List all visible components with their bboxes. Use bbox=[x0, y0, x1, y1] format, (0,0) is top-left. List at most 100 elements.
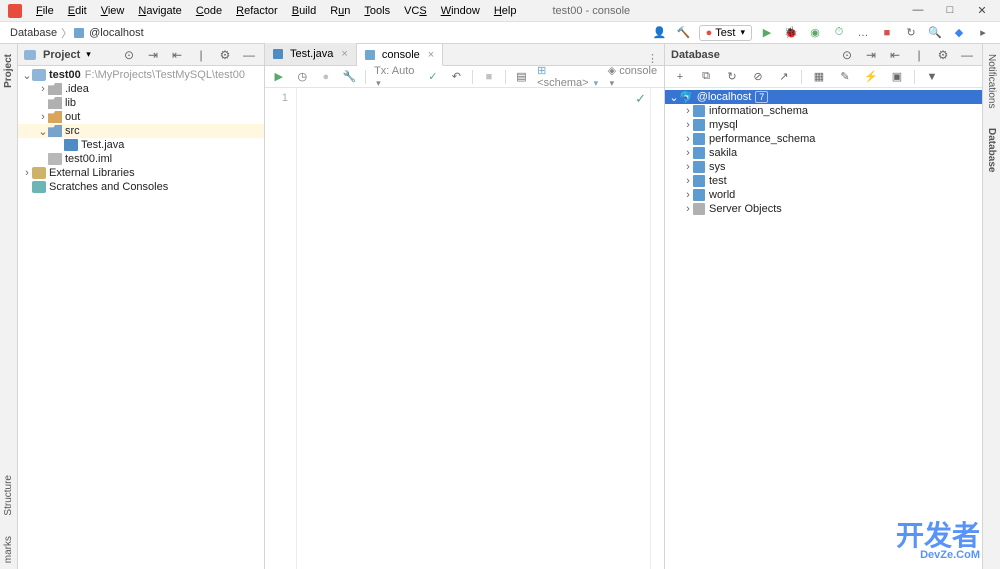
search-button[interactable]: 🔍 bbox=[926, 24, 944, 42]
notifications-tool-button[interactable]: Notifications bbox=[986, 54, 997, 108]
menu-vcs[interactable]: VCS bbox=[398, 3, 433, 19]
add-datasource-icon[interactable]: + bbox=[671, 68, 689, 86]
menu-tools[interactable]: Tools bbox=[358, 3, 396, 19]
debug-button[interactable]: 🐞 bbox=[782, 24, 800, 42]
run-config-selector[interactable]: ●Test▾ bbox=[699, 25, 752, 41]
close-button[interactable]: ✕ bbox=[972, 4, 992, 17]
tree-node-out[interactable]: › out bbox=[18, 110, 264, 124]
tab-test-java[interactable]: Test.java × bbox=[265, 43, 357, 65]
filter-icon[interactable]: ▼ bbox=[923, 68, 941, 86]
tab-console[interactable]: console × bbox=[357, 44, 443, 66]
run-button[interactable]: ▶ bbox=[758, 24, 776, 42]
editor-body[interactable]: 1 ✓ bbox=[265, 88, 664, 569]
select-opened-icon[interactable]: ⊙ bbox=[120, 46, 138, 64]
rollback-icon[interactable]: ↶ bbox=[449, 68, 465, 86]
edit-icon[interactable]: ✎ bbox=[836, 68, 854, 86]
user-icon[interactable]: 👤 bbox=[651, 24, 669, 42]
table-icon[interactable]: ▦ bbox=[810, 68, 828, 86]
explain-icon[interactable]: ● bbox=[318, 68, 334, 86]
tree-node-iml[interactable]: test00.iml bbox=[18, 152, 264, 166]
structure-tool-button[interactable]: Structure bbox=[3, 475, 14, 516]
tree-node-idea[interactable]: › .idea bbox=[18, 82, 264, 96]
tree-node-test-java[interactable]: Test.java bbox=[18, 138, 264, 152]
execute-button[interactable]: ▶ bbox=[271, 68, 287, 86]
tree-node-lib[interactable]: lib bbox=[18, 96, 264, 110]
menu-view[interactable]: View bbox=[95, 3, 131, 19]
schema-node[interactable]: ›sakila bbox=[665, 146, 982, 160]
expand-icon[interactable]: ⇥ bbox=[862, 46, 880, 64]
more-button[interactable]: ▸ bbox=[974, 24, 992, 42]
scratches-consoles[interactable]: Scratches and Consoles bbox=[18, 180, 264, 194]
menu-window[interactable]: Window bbox=[435, 3, 486, 19]
duplicate-icon[interactable]: ⧉ bbox=[697, 68, 715, 86]
expand-arrow[interactable]: ⌄ bbox=[669, 91, 679, 104]
attach-button[interactable]: … bbox=[854, 24, 872, 42]
code-area[interactable] bbox=[297, 88, 650, 569]
database-tool-button[interactable]: Database bbox=[986, 128, 997, 172]
coverage-button[interactable]: ◉ bbox=[806, 24, 824, 42]
project-tree[interactable]: ⌄ test00 F:\MyProjects\TestMySQL\test00 … bbox=[18, 66, 264, 569]
schema-node[interactable]: ›test bbox=[665, 174, 982, 188]
database-panel-title[interactable]: Database bbox=[671, 49, 720, 61]
view-selector[interactable]: ▾ bbox=[86, 49, 91, 60]
refresh-icon[interactable]: ↻ bbox=[723, 68, 741, 86]
expand-arrow[interactable]: › bbox=[38, 111, 48, 123]
expand-icon[interactable]: ⇥ bbox=[144, 46, 162, 64]
tab-close-icon[interactable]: × bbox=[341, 48, 347, 60]
server-objects-node[interactable]: ›Server Objects bbox=[665, 202, 982, 216]
minimize-button[interactable]: — bbox=[908, 4, 928, 17]
schema-node[interactable]: ›mysql bbox=[665, 118, 982, 132]
expand-arrow[interactable]: ⌄ bbox=[38, 125, 48, 138]
schema-selector[interactable]: ⊞ <schema> ▾ bbox=[537, 64, 600, 89]
tab-close-icon[interactable]: × bbox=[428, 49, 434, 61]
cancel-icon[interactable]: ■ bbox=[481, 68, 497, 86]
settings-icon[interactable]: ⚙ bbox=[216, 46, 234, 64]
settings-icon[interactable]: 🔧 bbox=[342, 68, 358, 86]
menu-code[interactable]: Code bbox=[190, 3, 228, 19]
menu-navigate[interactable]: Navigate bbox=[132, 3, 187, 19]
diagram-icon[interactable]: ▣ bbox=[888, 68, 906, 86]
menu-help[interactable]: Help bbox=[488, 3, 523, 19]
breadcrumb-item[interactable]: @localhost bbox=[87, 27, 146, 39]
update-button[interactable]: ↻ bbox=[902, 24, 920, 42]
schema-node[interactable]: ›world bbox=[665, 188, 982, 202]
tx-mode[interactable]: Tx: Auto ▾ bbox=[374, 65, 417, 89]
select-opened-icon[interactable]: ⊙ bbox=[838, 46, 856, 64]
commit-icon[interactable]: ✓ bbox=[425, 68, 441, 86]
bookmarks-tool-button[interactable]: marks bbox=[3, 536, 14, 563]
schema-node[interactable]: ›performance_schema bbox=[665, 132, 982, 146]
inspection-ok-icon[interactable]: ✓ bbox=[635, 91, 646, 107]
project-tool-button[interactable]: Project bbox=[3, 54, 14, 88]
hide-icon[interactable]: — bbox=[958, 46, 976, 64]
schema-node[interactable]: ›sys bbox=[665, 160, 982, 174]
settings-icon[interactable]: ⚙ bbox=[934, 46, 952, 64]
ddl-icon[interactable]: ⚡ bbox=[862, 68, 880, 86]
collapse-icon[interactable]: ⇤ bbox=[886, 46, 904, 64]
menu-file[interactable]: File bbox=[30, 3, 60, 19]
profile-button[interactable]: ⏱ bbox=[830, 24, 848, 42]
hide-icon[interactable]: — bbox=[240, 46, 258, 64]
stop-icon[interactable]: ⊘ bbox=[749, 68, 767, 86]
expand-arrow[interactable]: › bbox=[38, 83, 48, 95]
stop-button[interactable]: ■ bbox=[878, 24, 896, 42]
console-selector[interactable]: ◈ console ▾ bbox=[608, 64, 658, 89]
collapse-icon[interactable]: ⇤ bbox=[168, 46, 186, 64]
execute-plan-icon[interactable]: ◷ bbox=[295, 68, 311, 86]
expand-arrow[interactable]: ⌄ bbox=[22, 69, 32, 82]
maximize-button[interactable]: □ bbox=[940, 4, 960, 17]
external-libraries[interactable]: › External Libraries bbox=[18, 166, 264, 180]
schema-node[interactable]: ›information_schema bbox=[665, 104, 982, 118]
database-tree[interactable]: ⌄ 🐬 @localhost 7 ›information_schema ›my… bbox=[665, 88, 982, 569]
menu-edit[interactable]: Edit bbox=[62, 3, 93, 19]
menu-run[interactable]: Run bbox=[324, 3, 356, 19]
datasource-node[interactable]: ⌄ 🐬 @localhost 7 bbox=[665, 90, 982, 104]
jump-icon[interactable]: ↗ bbox=[775, 68, 793, 86]
menu-build[interactable]: Build bbox=[286, 3, 322, 19]
expand-arrow[interactable]: › bbox=[22, 167, 32, 179]
view-icon[interactable]: ▤ bbox=[514, 68, 530, 86]
project-panel-title[interactable]: Project bbox=[43, 49, 80, 61]
ide-button[interactable]: ◆ bbox=[950, 24, 968, 42]
project-root[interactable]: ⌄ test00 F:\MyProjects\TestMySQL\test00 bbox=[18, 68, 264, 82]
menu-refactor[interactable]: Refactor bbox=[230, 3, 284, 19]
build-icon[interactable]: 🔨 bbox=[675, 24, 693, 42]
